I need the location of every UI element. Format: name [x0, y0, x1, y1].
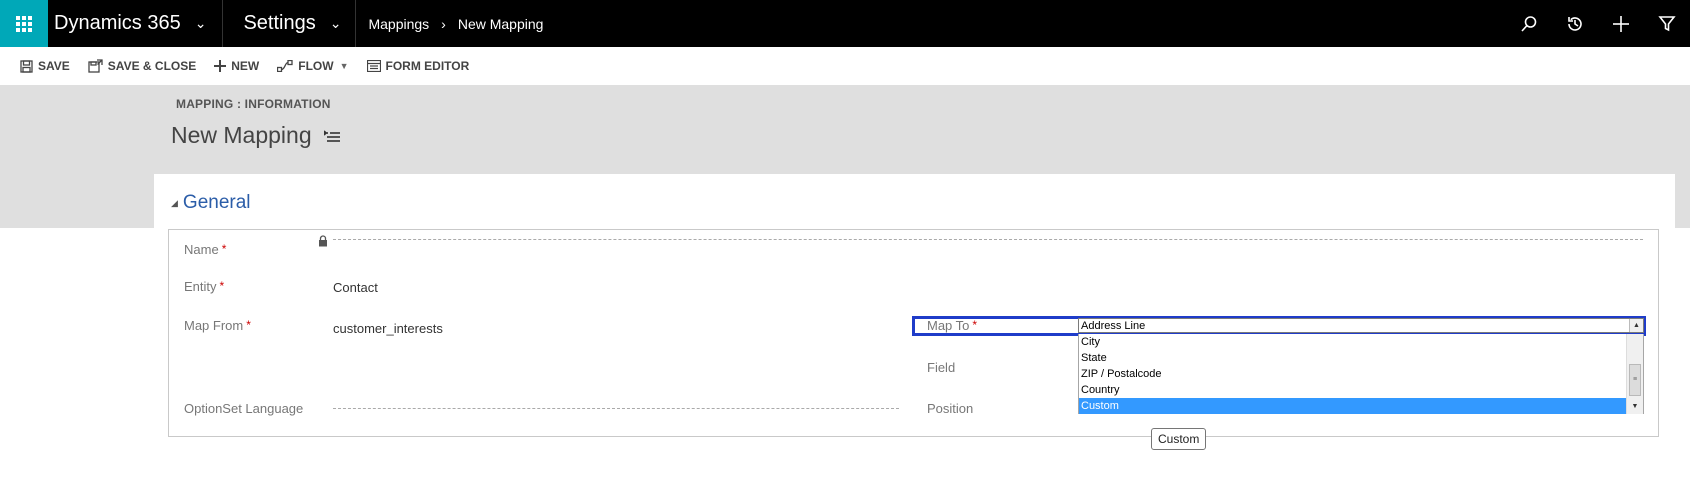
field-label: Field — [927, 360, 956, 375]
map-to-select[interactable]: Address Line ▲ — [1078, 318, 1644, 333]
section-title: General — [182, 192, 251, 213]
form-editor-icon — [366, 60, 381, 72]
form-editor-button[interactable]: FORM EDITOR — [366, 59, 470, 73]
scroll-down-icon[interactable]: ▼ — [1627, 400, 1643, 414]
map-to-options-list: City State ZIP / Postalcode Country Cust… — [1078, 334, 1644, 414]
option-country[interactable]: Country — [1079, 382, 1627, 398]
option-state[interactable]: State — [1079, 350, 1627, 366]
history-icon[interactable] — [1552, 0, 1598, 47]
plus-icon[interactable] — [1598, 0, 1644, 47]
option-city[interactable]: City — [1079, 334, 1627, 350]
filter-icon[interactable] — [1644, 0, 1690, 47]
save-button[interactable]: SAVE — [20, 59, 70, 73]
caret-down-icon: ▼ — [339, 61, 349, 71]
app-switcher[interactable]: Dynamics 365 ⌄ — [48, 0, 224, 47]
save-close-button[interactable]: SAVE & CLOSE — [88, 59, 196, 73]
required-asterisk: * — [972, 318, 978, 332]
page-title: New Mapping — [171, 122, 340, 149]
optionset-language-field[interactable] — [333, 408, 899, 409]
area-switcher[interactable]: Settings ⌄ — [223, 0, 357, 47]
name-label: Name * — [184, 242, 227, 257]
form-selector[interactable]: MAPPING : INFORMATION — [176, 97, 331, 111]
chevron-right-icon: › — [441, 15, 446, 32]
area-name: Settings — [243, 12, 316, 34]
flow-icon — [277, 60, 293, 72]
name-field[interactable] — [333, 239, 1643, 240]
option-zip[interactable]: ZIP / Postalcode — [1079, 366, 1627, 382]
list-scrollbar[interactable]: ≡ ▼ — [1626, 334, 1643, 414]
breadcrumb-new-mapping[interactable]: New Mapping — [458, 16, 544, 32]
app-launcher-icon[interactable] — [0, 0, 48, 47]
top-nav-bar: Dynamics 365 ⌄ Settings ⌄ Mappings › New… — [0, 0, 1690, 47]
command-bar: SAVE SAVE & CLOSE NEW FLOW ▼ FORM EDITOR — [0, 47, 1690, 85]
new-label: NEW — [231, 59, 260, 73]
flow-label: FLOW — [298, 59, 334, 73]
search-icon[interactable] — [1506, 0, 1552, 47]
form-editor-label: FORM EDITOR — [385, 59, 470, 73]
map-from-label: Map From * — [184, 318, 251, 333]
map-to-value: Address Line — [1081, 320, 1146, 332]
breadcrumb-mappings[interactable]: Mappings — [368, 16, 429, 32]
entity-field[interactable]: Contact — [333, 280, 378, 295]
section-header-general[interactable]: ◢ General — [171, 192, 251, 214]
scroll-thumb[interactable]: ≡ — [1629, 364, 1641, 396]
caret-up-icon[interactable]: ▲ — [1629, 319, 1643, 332]
plus-icon — [214, 60, 227, 72]
required-asterisk: * — [221, 242, 227, 256]
map-from-field[interactable]: customer_interests — [333, 321, 443, 336]
option-tooltip: Custom — [1151, 428, 1207, 450]
required-asterisk: * — [246, 318, 251, 332]
chevron-down-icon: ⌄ — [329, 15, 342, 31]
save-close-label: SAVE & CLOSE — [107, 59, 197, 73]
app-name: Dynamics 365 — [54, 12, 181, 34]
position-label: Position — [927, 401, 974, 416]
entity-label: Entity * — [184, 279, 225, 294]
collapse-triangle-icon: ◢ — [171, 197, 178, 208]
nav-actions — [1506, 0, 1690, 47]
list-menu-icon[interactable] — [323, 129, 340, 142]
new-button[interactable]: NEW — [214, 59, 259, 73]
chevron-down-icon: ⌄ — [194, 15, 207, 31]
record-title: New Mapping — [171, 122, 312, 148]
save-icon — [20, 59, 33, 73]
breadcrumb: Mappings › New Mapping — [356, 16, 543, 32]
lock-icon — [318, 234, 328, 252]
optionset-language-label: OptionSet Language — [184, 401, 304, 416]
save-label: SAVE — [38, 59, 70, 73]
option-custom[interactable]: Custom — [1079, 398, 1627, 414]
flow-button[interactable]: FLOW ▼ — [277, 59, 349, 73]
map-to-label: Map To * — [927, 318, 978, 333]
save-close-icon — [88, 59, 103, 73]
required-asterisk: * — [219, 279, 225, 293]
